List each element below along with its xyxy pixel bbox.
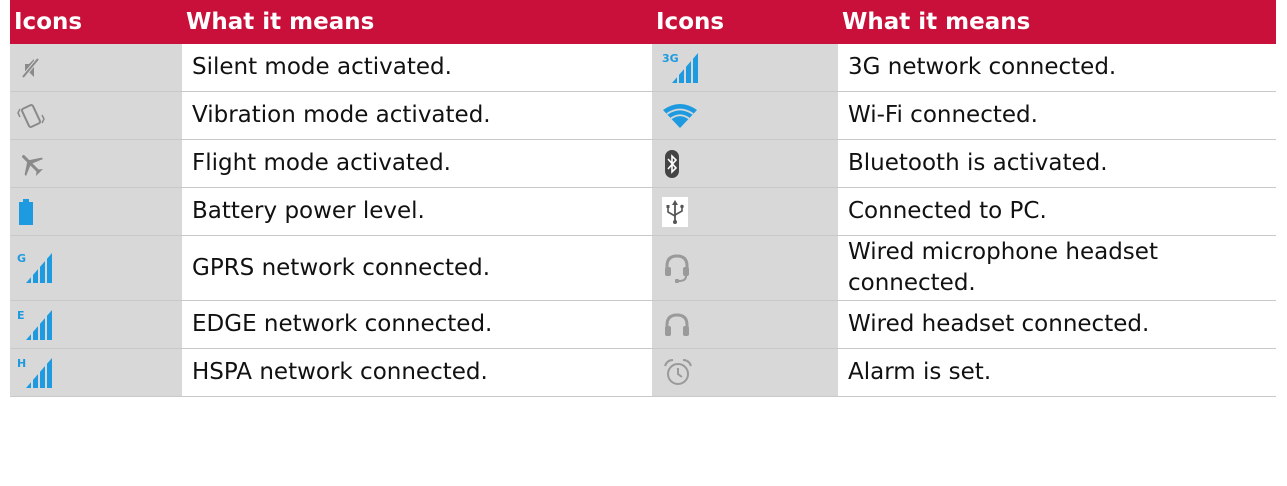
icon-cell [10, 187, 182, 236]
icon-cell [652, 300, 838, 349]
status-icons-table-container: Icons What it means Icons What it means … [10, 0, 1276, 397]
header-icons-left: Icons [10, 0, 182, 44]
network-type-badge: 3G [662, 52, 679, 65]
usb-icon [662, 196, 688, 227]
icon-cell: H [10, 348, 182, 397]
silent-mode-icon [16, 53, 46, 83]
header-icons-right: Icons [652, 0, 838, 44]
wifi-icon [662, 102, 698, 130]
alarm-icon [662, 357, 694, 389]
header-meaning-left: What it means [182, 0, 652, 44]
description-cell: HSPA network connected. [182, 348, 652, 397]
network-hspa-icon: H [16, 356, 56, 390]
description-cell: Bluetooth is activated. [838, 139, 1276, 188]
table-row: G GPRS network connected. Wired micropho… [10, 235, 1276, 301]
table-row: Battery power level. Connected to PC. [10, 187, 1276, 236]
description-cell: GPRS network connected. [182, 235, 652, 301]
icon-cell [652, 235, 838, 301]
network-3g-icon: 3G [662, 51, 702, 85]
icon-cell [10, 44, 182, 92]
description-cell: Wired headset connected. [838, 300, 1276, 349]
table-row: E EDGE network connected. Wired headset … [10, 300, 1276, 349]
icon-cell [652, 187, 838, 236]
icon-cell: 3G [652, 44, 838, 92]
table-row: Silent mode activated. 3G 3G network con… [10, 44, 1276, 92]
description-cell: Vibration mode activated. [182, 91, 652, 140]
headset-mic-icon [662, 251, 692, 285]
description-cell: Flight mode activated. [182, 139, 652, 188]
description-cell: Wi-Fi connected. [838, 91, 1276, 140]
icon-cell [652, 348, 838, 397]
description-cell: Alarm is set. [838, 348, 1276, 397]
icon-cell [10, 91, 182, 140]
table-row: Vibration mode activated. Wi-Fi connecte… [10, 91, 1276, 140]
icon-cell [652, 91, 838, 140]
headset-icon [662, 310, 692, 340]
bluetooth-icon [662, 148, 682, 180]
table-row: Flight mode activated. Bluetooth is acti… [10, 139, 1276, 188]
description-cell: Battery power level. [182, 187, 652, 236]
description-cell: Silent mode activated. [182, 44, 652, 92]
table-header-row: Icons What it means Icons What it means [10, 0, 1276, 44]
header-meaning-right: What it means [838, 0, 1276, 44]
table-row: H HSPA network connected. Alarm is set. [10, 348, 1276, 397]
network-type-badge: H [17, 357, 26, 370]
description-cell: Wired microphone headset connected. [838, 235, 1276, 301]
icon-cell [10, 139, 182, 188]
icon-cell: E [10, 300, 182, 349]
vibration-mode-icon [16, 99, 46, 133]
network-edge-icon: E [16, 308, 56, 342]
battery-icon [16, 197, 36, 227]
status-icons-table: Icons What it means Icons What it means … [10, 0, 1276, 397]
description-cell: 3G network connected. [838, 44, 1276, 92]
icon-cell: G [10, 235, 182, 301]
icon-cell [652, 139, 838, 188]
description-cell: Connected to PC. [838, 187, 1276, 236]
network-gprs-icon: G [16, 251, 56, 285]
network-type-badge: E [17, 309, 25, 322]
description-cell: EDGE network connected. [182, 300, 652, 349]
airplane-icon [16, 149, 46, 179]
network-type-badge: G [17, 252, 26, 265]
